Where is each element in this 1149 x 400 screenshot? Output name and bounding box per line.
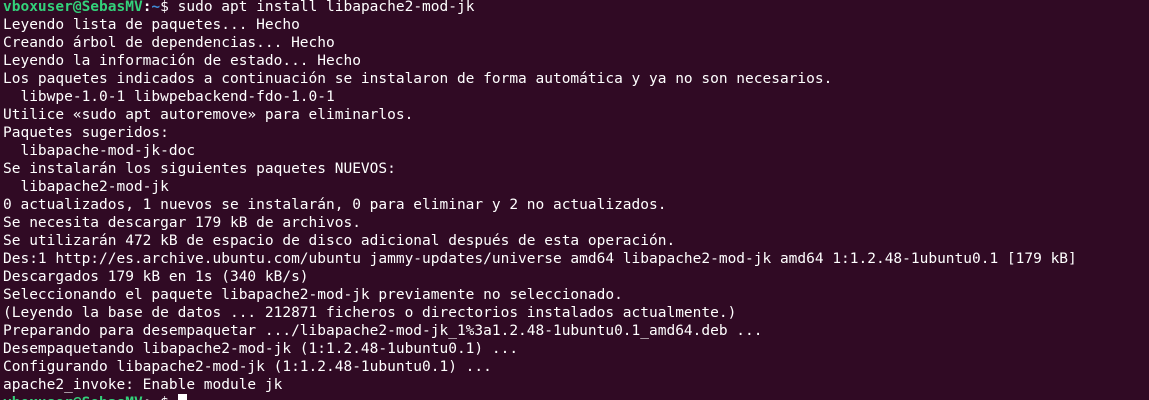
output-line: 0 actualizados, 1 nuevos se instalarán, … bbox=[3, 197, 667, 213]
output-line: Seleccionando el paquete libapache2-mod-… bbox=[3, 287, 623, 303]
output-line: libwpe-1.0-1 libwpebackend-fdo-1.0-1 bbox=[3, 89, 335, 105]
prompt-symbol: $ bbox=[160, 0, 178, 15]
terminal-window[interactable]: vboxuser@SebasMV:~$ sudo apt install lib… bbox=[0, 0, 1149, 400]
prompt-user-host: vboxuser@SebasMV bbox=[3, 0, 143, 15]
prompt-path: ~ bbox=[151, 0, 161, 15]
output-line: Se instalarán los siguientes paquetes NU… bbox=[3, 161, 396, 177]
output-line: Configurando libapache2-mod-jk (1:1.2.48… bbox=[3, 359, 492, 375]
output-line: apache2_invoke: Enable module jk bbox=[3, 377, 283, 393]
prompt-symbol: $ bbox=[160, 395, 177, 400]
output-line: Preparando para desempaquetar .../libapa… bbox=[3, 323, 763, 339]
output-line: Desempaquetando libapache2-mod-jk (1:1.2… bbox=[3, 341, 519, 357]
output-line: Paquetes sugeridos: bbox=[3, 125, 169, 141]
prompt-path: ~ bbox=[151, 395, 160, 400]
terminal-output: vboxuser@SebasMV:~$ sudo apt install lib… bbox=[3, 0, 1149, 400]
output-line: Creando árbol de dependencias... Hecho bbox=[3, 35, 335, 51]
output-line: Leyendo lista de paquetes... Hecho bbox=[3, 17, 300, 33]
output-line: Los paquetes indicados a continuación se… bbox=[3, 71, 833, 87]
output-line: Utilice «sudo apt autoremove» para elimi… bbox=[3, 107, 414, 123]
output-line: Se necesita descargar 179 kB de archivos… bbox=[3, 215, 361, 231]
current-prompt-line[interactable]: vboxuser@SebasMV:~$ bbox=[3, 394, 1149, 400]
prompt-user-host: vboxuser@SebasMV bbox=[3, 395, 143, 400]
typed-command: sudo apt install libapache2-mod-jk bbox=[177, 0, 475, 15]
output-line: Descargados 179 kB en 1s (340 kB/s) bbox=[3, 269, 309, 285]
output-line: Leyendo la información de estado... Hech… bbox=[3, 53, 361, 69]
output-line: libapache-mod-jk-doc bbox=[3, 143, 196, 159]
output-line: Se utilizarán 472 kB de espacio de disco… bbox=[3, 233, 676, 249]
command-line: vboxuser@SebasMV:~$ sudo apt install lib… bbox=[3, 0, 1149, 16]
output-line: libapache2-mod-jk bbox=[3, 179, 169, 195]
output-line: Des:1 http://es.archive.ubuntu.com/ubunt… bbox=[3, 251, 1077, 267]
output-line: (Leyendo la base de datos ... 212871 fic… bbox=[3, 305, 737, 321]
text-cursor[interactable] bbox=[177, 394, 187, 400]
